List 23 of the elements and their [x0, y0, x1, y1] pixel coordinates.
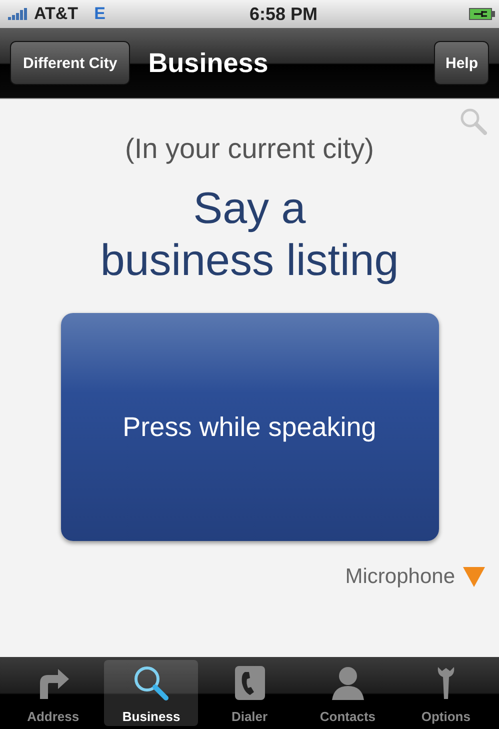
different-city-button[interactable]: Different City	[10, 41, 130, 85]
battery-icon	[469, 8, 495, 20]
tab-button[interactable]: Address	[6, 660, 100, 726]
search-icon	[132, 665, 170, 701]
nav-title: Business	[147, 48, 270, 78]
tab-button[interactable]: Contacts	[300, 660, 395, 726]
subtitle-text: (In your current city)	[125, 133, 374, 165]
carrier-name: AT&T	[34, 4, 78, 24]
tab-button[interactable]: Dialer	[202, 660, 297, 726]
network-type: E	[94, 4, 106, 24]
triangle-icon	[463, 567, 485, 587]
status-time: 6:58 PM	[249, 4, 318, 24]
heading-text: business listing	[100, 235, 399, 287]
help-button[interactable]: Help	[434, 41, 489, 85]
press-while-speaking-button[interactable]: Press while speaking	[60, 313, 438, 541]
signal-icon	[8, 8, 30, 20]
phone-icon	[234, 666, 264, 700]
microphone-dropdown[interactable]: Microphone	[345, 565, 485, 589]
search-icon[interactable]	[459, 107, 487, 135]
tab-button[interactable]: Business	[104, 660, 198, 726]
person-icon	[330, 666, 366, 700]
tab-button[interactable]: Options	[398, 660, 494, 726]
heading-text: Say a	[193, 183, 306, 235]
